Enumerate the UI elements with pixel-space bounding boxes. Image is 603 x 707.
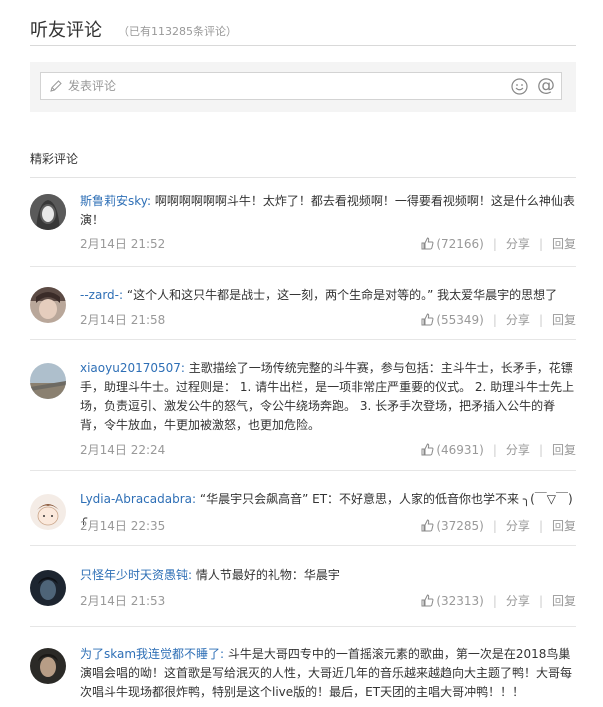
like-button[interactable]: (37285) (421, 519, 484, 533)
like-count: (55349) (436, 312, 484, 327)
thumbs-up-icon (421, 443, 434, 456)
comment-item: Lydia-Abracadabra: “华晨宇只会飙高音” ET：不好意思，人家… (30, 471, 576, 546)
like-button[interactable]: (46931) (421, 443, 484, 457)
share-button[interactable]: 分享 (506, 311, 530, 328)
comment-text: xiaoyu20170507: 主歌描绘了一场传统完整的斗牛赛，参与包括：主斗牛… (80, 359, 576, 435)
comment-meta: 2月14日 21:53 (32313) | 分享 | 回复 (80, 592, 576, 609)
like-button[interactable]: (55349) (421, 313, 484, 327)
comment-meta: 2月14日 21:58 (55349) | 分享 | 回复 (80, 311, 576, 328)
avatar[interactable] (30, 494, 66, 530)
thumbs-up-icon (421, 237, 434, 250)
comment-username[interactable]: 只怪年少时天资愚钝: (80, 568, 192, 582)
comment-item: --zard-: “这个人和这只牛都是战士，这一刻，两个生命是对等的。” 我太爱… (30, 267, 576, 340)
comment-item: 为了skam我连觉都不睡了: 斗牛是大哥四专中的一首摇滚元素的歌曲，第一次是在2… (30, 627, 576, 707)
comment-meta: 2月14日 22:35 (37285) | 分享 | 回复 (80, 517, 576, 534)
thumbs-up-icon (421, 519, 434, 532)
reply-button[interactable]: 回复 (552, 311, 576, 328)
comment-text: 为了skam我连觉都不睡了: 斗牛是大哥四专中的一首摇滚元素的歌曲，第一次是在2… (80, 645, 576, 702)
like-button[interactable]: (72166) (421, 237, 484, 251)
reply-button[interactable]: 回复 (552, 517, 576, 534)
like-count: (37285) (436, 518, 484, 533)
avatar[interactable] (30, 287, 66, 323)
like-count: (72166) (436, 236, 484, 251)
comment-item: xiaoyu20170507: 主歌描绘了一场传统完整的斗牛赛，参与包括：主斗牛… (30, 340, 576, 471)
at-icon[interactable]: @ (537, 76, 555, 96)
comment-time: 2月14日 22:24 (80, 443, 166, 457)
comment-item: 只怪年少时天资愚钝: 情人节最好的礼物：华晨宇 2月14日 21:53 (323… (30, 546, 576, 627)
comment-input[interactable] (68, 76, 498, 96)
like-count: (46931) (436, 442, 484, 457)
comment-text: --zard-: “这个人和这只牛都是战士，这一刻，两个生命是对等的。” 我太爱… (80, 286, 576, 305)
emoji-icon[interactable] (511, 78, 528, 95)
comment-text: 只怪年少时天资愚钝: 情人节最好的礼物：华晨宇 (80, 566, 576, 585)
comment-time: 2月14日 22:35 (80, 519, 166, 533)
avatar[interactable] (30, 363, 66, 399)
avatar[interactable] (30, 194, 66, 230)
like-count: (32313) (436, 593, 484, 608)
comment-username[interactable]: xiaoyu20170507: (80, 361, 185, 375)
comment-username[interactable]: 斯鲁莉安sky: (80, 194, 151, 208)
comment-box[interactable]: @ (40, 72, 562, 100)
comment-username[interactable]: --zard-: (80, 288, 123, 302)
comment-count: （已有113285条评论） (118, 25, 237, 38)
avatar[interactable] (30, 570, 66, 606)
comment-meta: 2月14日 22:24 (46931) | 分享 | 回复 (80, 441, 576, 458)
comment-time: 2月14日 21:53 (80, 594, 166, 608)
share-button[interactable]: 分享 (506, 517, 530, 534)
thumbs-up-icon (421, 594, 434, 607)
comment-body: “这个人和这只牛都是战士，这一刻，两个生命是对等的。” 我太爱华晨宇的思想了 (123, 288, 558, 302)
comment-composer: @ (30, 62, 576, 112)
section-title: 精彩评论 (30, 152, 79, 166)
comment-item: 斯鲁莉安sky: 啊啊啊啊啊啊斗牛！太炸了！都去看视频啊！一得要看视频啊！这是什… (30, 178, 576, 267)
comment-meta: 2月14日 21:52 (72166) | 分享 | 回复 (80, 235, 576, 252)
pencil-icon (50, 80, 62, 92)
avatar[interactable] (30, 648, 66, 684)
thumbs-up-icon (421, 313, 434, 326)
comment-text: 斯鲁莉安sky: 啊啊啊啊啊啊斗牛！太炸了！都去看视频啊！一得要看视频啊！这是什… (80, 192, 576, 230)
share-button[interactable]: 分享 (506, 592, 530, 609)
reply-button[interactable]: 回复 (552, 441, 576, 458)
comments-header: 听友评论 （已有113285条评论） (30, 14, 576, 46)
comment-time: 2月14日 21:52 (80, 237, 166, 251)
like-button[interactable]: (32313) (421, 594, 484, 608)
comment-username[interactable]: Lydia-Abracadabra: (80, 492, 196, 506)
comment-body: 情人节最好的礼物：华晨宇 (192, 568, 340, 582)
comment-time: 2月14日 21:58 (80, 313, 166, 327)
share-button[interactable]: 分享 (506, 441, 530, 458)
reply-button[interactable]: 回复 (552, 592, 576, 609)
share-button[interactable]: 分享 (506, 235, 530, 252)
comment-username[interactable]: 为了skam我连觉都不睡了: (80, 647, 224, 661)
reply-button[interactable]: 回复 (552, 235, 576, 252)
comment-body: 啊啊啊啊啊啊斗牛！太炸了！都去看视频啊！一得要看视频啊！这是什么神仙表演！ (80, 194, 575, 227)
page-title: 听友评论 (30, 20, 102, 41)
